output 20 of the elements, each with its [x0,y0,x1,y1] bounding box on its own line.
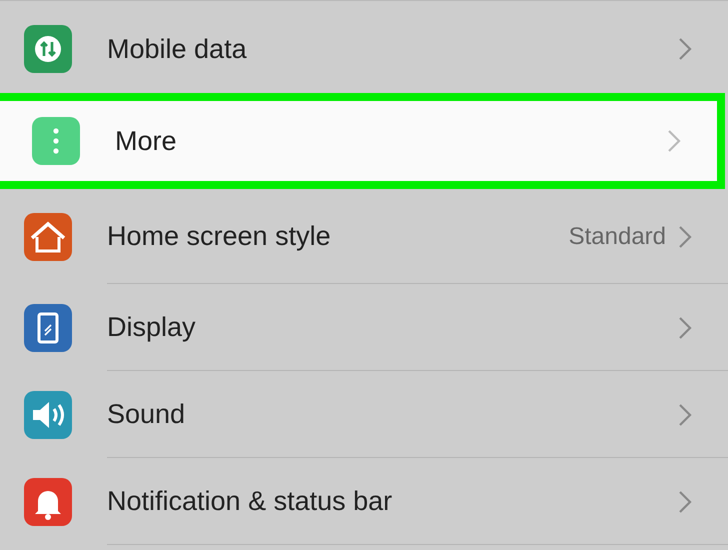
chevron-icon [678,316,692,340]
setting-label[interactable]: Notification & status bar [107,481,392,522]
dots-icon [32,117,80,165]
chevron-icon [678,402,692,426]
setting-value: Standard [568,222,666,252]
highlighted-row[interactable]: More [0,93,725,189]
chevron-icon [678,37,692,61]
speaker-icon [24,390,72,438]
arrows-icon [24,25,72,73]
setting-label[interactable]: More [115,120,177,162]
setting-label[interactable]: Display [107,307,196,348]
setting-label[interactable]: Mobile data [107,28,247,70]
setting-label[interactable]: Home screen style [107,216,331,257]
bell-icon [24,478,72,526]
tablet-icon [24,304,72,352]
chevron-icon [678,224,692,248]
chevron-icon [667,129,681,153]
house-icon [24,212,72,260]
setting-label[interactable]: Sound [107,394,186,435]
chevron-icon [678,490,692,514]
